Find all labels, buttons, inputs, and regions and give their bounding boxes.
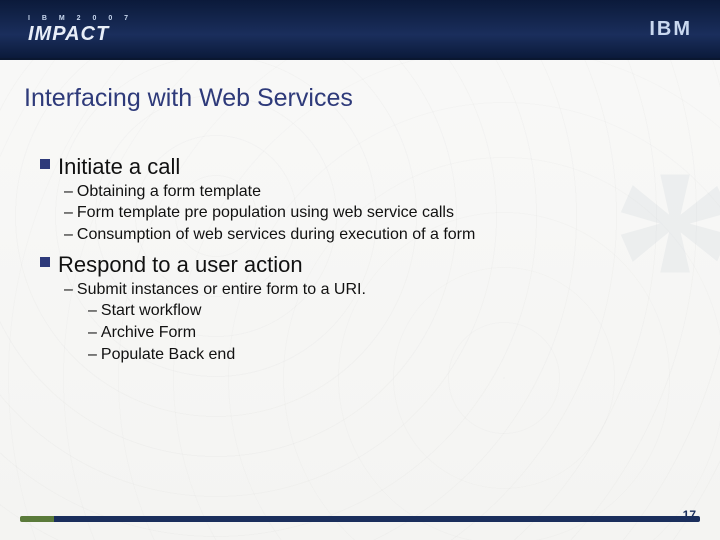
ibm-logo: IBM: [649, 18, 692, 41]
dash-icon: –: [64, 281, 73, 299]
bullet-text: Consumption of web services during execu…: [77, 224, 475, 246]
bullet-text: Start workflow: [101, 300, 201, 322]
slide: I B M 2 0 0 7 IMPACT IBM * Interfacing w…: [0, 0, 720, 540]
bullet-text: Initiate a call: [58, 153, 180, 181]
bullet-text: Respond to a user action: [58, 251, 303, 279]
bullet-text: Form template pre population using web s…: [77, 202, 454, 224]
header-bar: I B M 2 0 0 7 IMPACT IBM: [0, 0, 720, 60]
event-title: IMPACT: [28, 24, 133, 44]
dash-icon: –: [88, 302, 97, 320]
asterisk-watermark: *: [610, 110, 720, 409]
ibm-logo-text: IBM: [649, 18, 692, 41]
bullet-text: Populate Back end: [101, 344, 235, 366]
dash-icon: –: [64, 204, 73, 222]
impact-logo: I B M 2 0 0 7 IMPACT: [28, 15, 133, 44]
dash-icon: –: [64, 226, 73, 244]
event-pretitle: I B M 2 0 0 7: [28, 15, 133, 22]
bullet-text: Obtaining a form template: [77, 181, 261, 203]
bullet-text: Submit instances or entire form to a URI…: [77, 279, 366, 301]
footer: 17: [20, 504, 700, 526]
slide-title: Interfacing with Web Services: [24, 84, 720, 113]
square-bullet-icon: [40, 159, 50, 169]
dash-icon: –: [88, 324, 97, 342]
dash-icon: –: [64, 183, 73, 201]
bullet-text: Archive Form: [101, 322, 196, 344]
dash-icon: –: [88, 346, 97, 364]
footer-bar: [20, 516, 700, 522]
page-number: 17: [683, 508, 700, 522]
square-bullet-icon: [40, 257, 50, 267]
